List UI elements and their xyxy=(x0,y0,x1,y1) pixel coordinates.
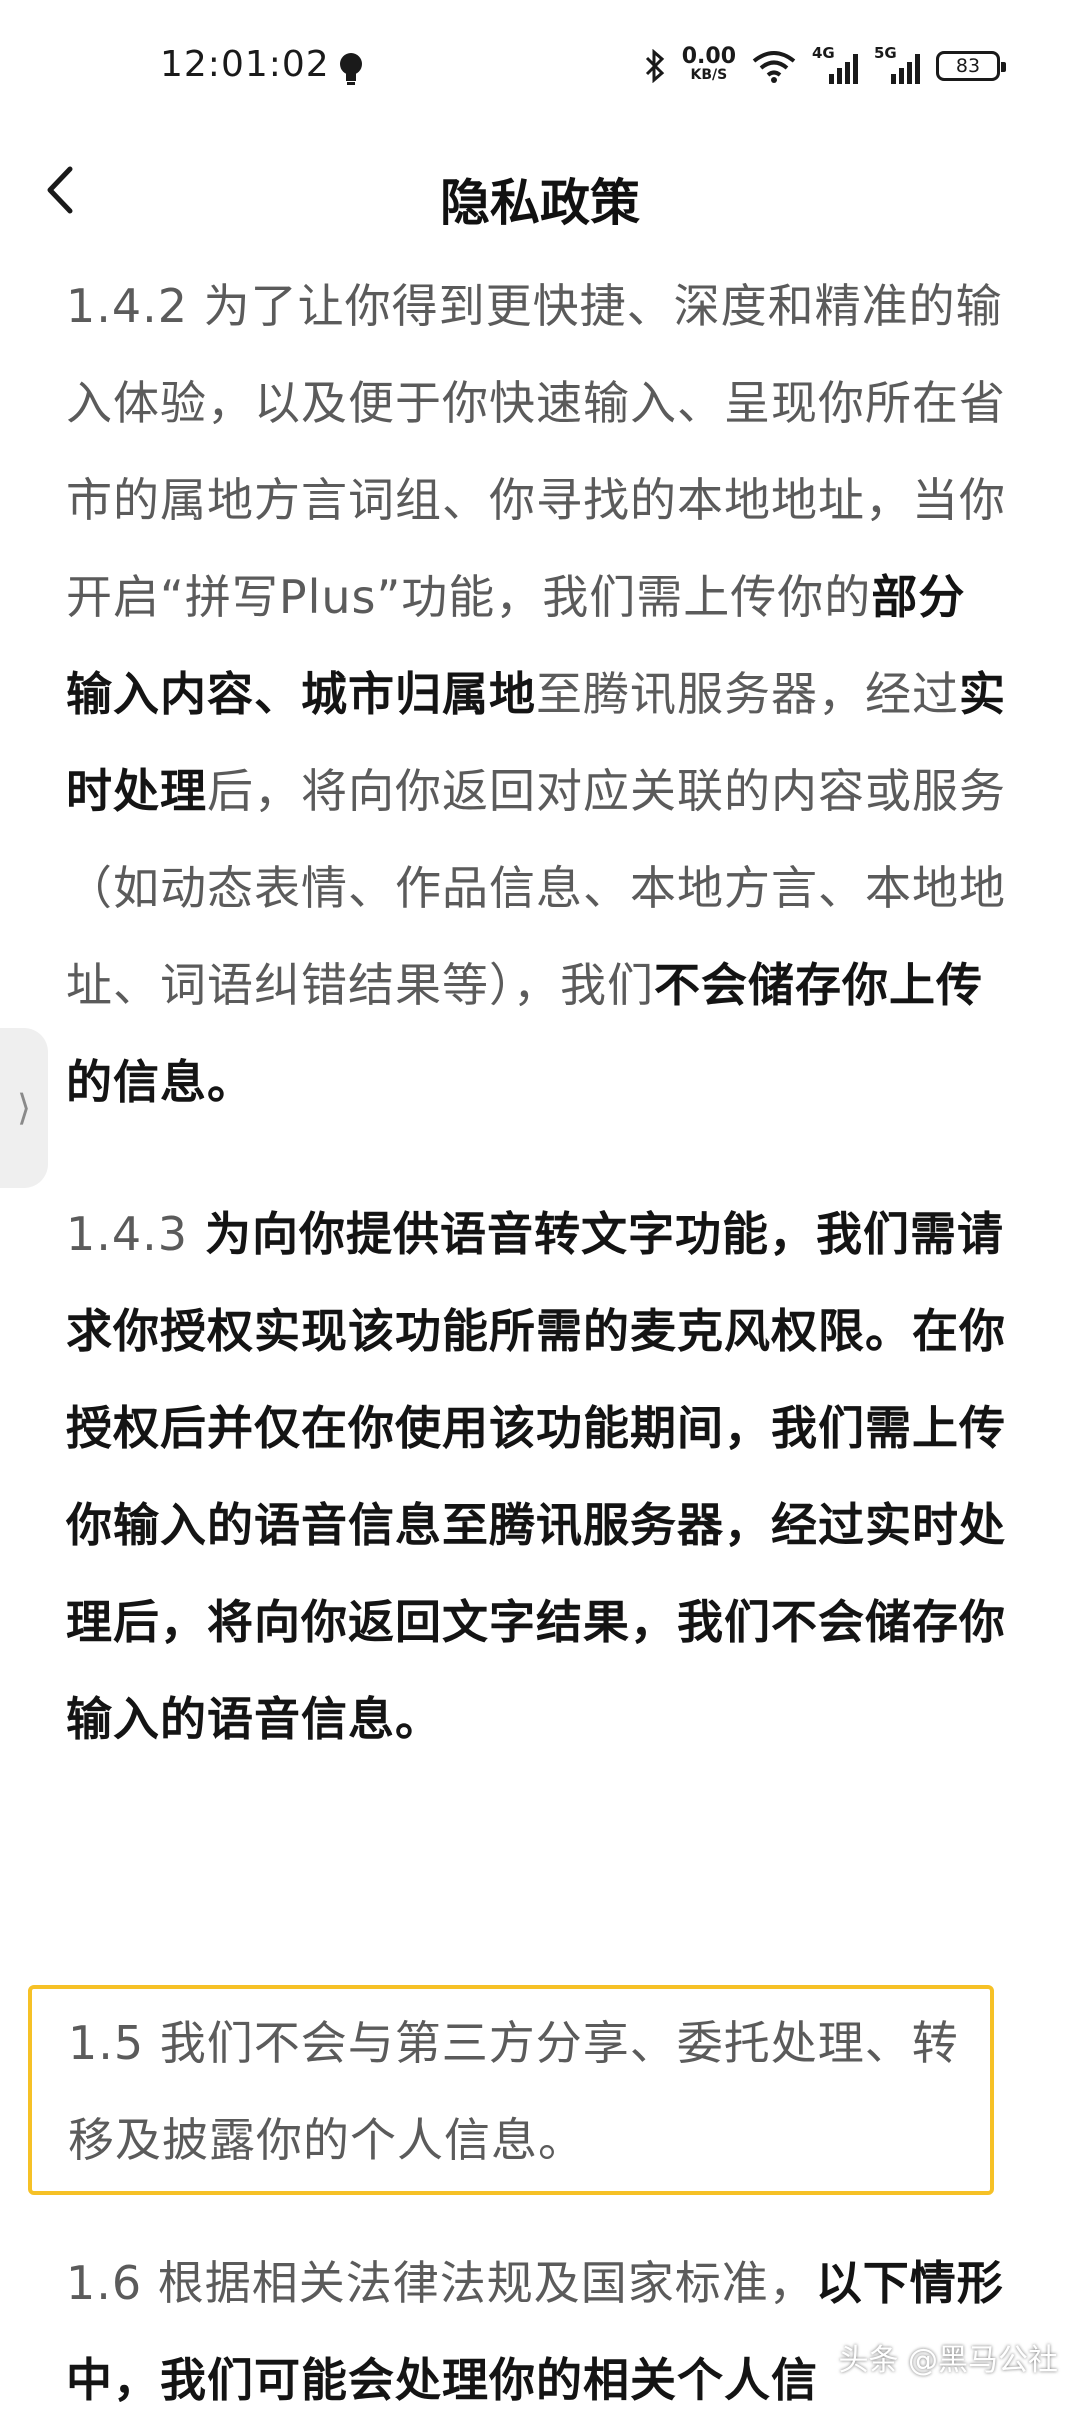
nav-header: 隐私政策 xyxy=(0,135,1080,250)
status-icons: 0.00 KB/S 4G 5G 83 xyxy=(644,44,1006,86)
chevron-right-icon: ⟩ xyxy=(16,1087,32,1129)
battery-level: 83 xyxy=(955,55,981,77)
status-time: 12:01:02 xyxy=(160,44,330,85)
side-drawer-handle[interactable]: ⟩ xyxy=(0,1028,48,1188)
policy-content: 1.4.2 为了让你得到更快捷、深度和精准的输入体验，以及便于你快速输入、呈现你… xyxy=(66,258,1006,1768)
bluetooth-icon xyxy=(645,49,664,83)
policy-section-1-4-3: 1.4.3 为向你提供语音转文字功能，我们需请求你授权实现该功能所需的麦克风权限… xyxy=(66,1186,1006,1768)
status-bar: 12:01:02 0.00 KB/S 4G 5G 83 xyxy=(0,0,1080,135)
network-speed-value: 0.00 xyxy=(681,44,736,69)
wifi-icon xyxy=(752,51,796,83)
watermark: 头条 @黑马公社 xyxy=(838,2343,1058,2378)
policy-section-1-4-2: 1.4.2 为了让你得到更快捷、深度和精准的输入体验，以及便于你快速输入、呈现你… xyxy=(66,258,1006,1131)
policy-section-1-5: 1.5 我们不会与第三方分享、委托处理、转移及披露你的个人信息。 xyxy=(68,2016,959,2167)
signal-5g-icon: 5G xyxy=(874,44,920,84)
page-title: 隐私政策 xyxy=(440,174,640,232)
bold-text: 。 xyxy=(395,1692,442,1746)
section-text: 至腾讯服务器，经过 xyxy=(536,667,959,721)
battery-icon: 83 xyxy=(936,51,1006,81)
signal-4g-icon: 4G xyxy=(812,44,858,84)
bold-text: 。 xyxy=(207,1055,254,1109)
section-text: 1.6 根据相关法律法规及国家标准， xyxy=(66,2256,816,2310)
section-number: 1.4.3 xyxy=(66,1207,189,1261)
lightbulb-icon xyxy=(340,53,362,85)
section-number: 1.4.2 xyxy=(66,279,189,333)
highlighted-section: 1.5 我们不会与第三方分享、委托处理、转移及披露你的个人信息。 xyxy=(28,1985,994,2195)
bold-text: 为向你提供语音转文字功能，我们需请求你授权实现该功能所需的麦克风权限。在你授权后… xyxy=(66,1207,1006,1746)
network-speed: 0.00 KB/S xyxy=(681,44,736,84)
network-speed-unit: KB/S xyxy=(690,67,728,83)
section-text: 为了让你得到更快捷、深度和精准的输入体验，以及便于你快速输入、呈现你所在省市的属… xyxy=(66,279,1006,624)
